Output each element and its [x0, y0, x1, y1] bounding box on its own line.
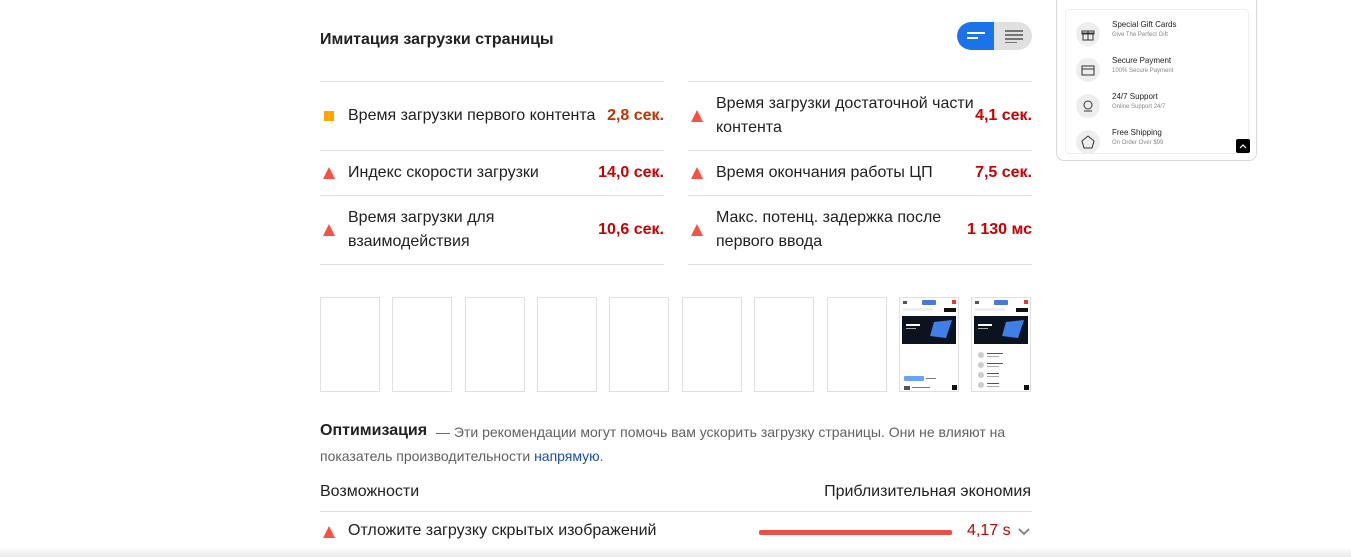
- metric-label: Индекс скорости загрузки: [348, 164, 539, 181]
- final-screenshot-card[interactable]: Special Gift Cards Give The Perfect Gift…: [1056, 0, 1257, 161]
- directly-link[interactable]: напрямую: [534, 448, 600, 464]
- feature-title: Special Gift Cards: [1112, 20, 1177, 29]
- metrics-column-right: Время загрузки достаточной части контент…: [688, 81, 1032, 265]
- metric-value: 2,8 сек.: [607, 107, 664, 124]
- bottom-divider: [0, 549, 1351, 557]
- compact-list-icon: [966, 32, 985, 39]
- filmstrip-frame-blank: [682, 297, 742, 392]
- metrics-column-left: Время загрузки первого контента 2,8 сек.…: [320, 81, 664, 265]
- metric-label: Макс. потенц. задержка после первого вво…: [716, 209, 942, 250]
- filmstrip-frame-blank: [609, 297, 669, 392]
- feature-item: Special Gift Cards Give The Perfect Gift: [1076, 20, 1246, 50]
- scroll-to-top-button: [1236, 139, 1250, 153]
- chevron-up-icon: [1239, 144, 1247, 149]
- metric-value: 4,1 сек.: [975, 107, 1032, 124]
- compact-view-button[interactable]: [957, 22, 994, 50]
- fail-triangle-icon: [691, 110, 703, 122]
- savings-bar: [759, 530, 952, 535]
- fail-triangle-icon: [323, 167, 335, 179]
- metric-label: Время загрузки для взаимодействия: [348, 209, 495, 250]
- feature-title: 24/7 Support: [1112, 92, 1158, 101]
- view-toggle[interactable]: [957, 22, 1032, 50]
- screenshot-content: Special Gift Cards Give The Perfect Gift…: [1065, 9, 1250, 154]
- feature-item: 24/7 Support Online Support 24/7: [1076, 92, 1246, 122]
- fail-triangle-icon: [691, 167, 703, 179]
- metric-label: Время загрузки первого контента: [348, 107, 596, 124]
- chevron-down-icon[interactable]: [1018, 528, 1030, 536]
- metric-row: Время окончания работы ЦП 7,5 сек.: [688, 150, 1032, 195]
- feature-subtitle: Give The Perfect Gift: [1112, 32, 1168, 38]
- shipping-icon: [1076, 130, 1100, 154]
- expanded-view-button[interactable]: [995, 22, 1032, 50]
- metric-row: Время загрузки достаточной части контент…: [688, 81, 1032, 150]
- feature-title: Free Shipping: [1112, 128, 1162, 137]
- opportunities-header: Возможности: [320, 483, 420, 500]
- metric-row: Индекс скорости загрузки 14,0 сек.: [320, 150, 664, 195]
- filmstrip-frame-page: [971, 297, 1031, 392]
- metric-row: Время загрузки первого контента 2,8 сек.: [320, 81, 664, 150]
- page-thumbnail: [974, 300, 1029, 390]
- metric-label: Время загрузки достаточной части контент…: [716, 95, 974, 136]
- feature-subtitle: 100% Secure Payment: [1112, 68, 1174, 74]
- metric-row: Время загрузки для взаимодействия 10,6 с…: [320, 195, 664, 265]
- metric-value: 14,0 сек.: [598, 164, 664, 181]
- feature-subtitle: Online Support 24/7: [1112, 104, 1166, 110]
- filmstrip-frame-blank: [754, 297, 814, 392]
- metric-label: Время окончания работы ЦП: [716, 164, 933, 181]
- filmstrip-frame-blank: [392, 297, 452, 392]
- feature-item: Free Shipping On Order Over $99: [1076, 128, 1246, 158]
- feature-item: Secure Payment 100% Secure Payment: [1076, 56, 1246, 86]
- metric-value: 10,6 сек.: [598, 221, 664, 238]
- filmstrip-frame-blank: [465, 297, 525, 392]
- filmstrip: [320, 297, 1032, 392]
- feature-subtitle: On Order Over $99: [1112, 140, 1164, 146]
- gift-icon: [1076, 22, 1100, 46]
- opportunity-label: Отложите загрузку скрытых изображений: [348, 522, 657, 539]
- expanded-list-icon: [1004, 30, 1023, 43]
- metric-value: 7,5 сек.: [975, 164, 1032, 181]
- savings-header: Приблизительная экономия: [824, 483, 1031, 500]
- metric-row: Макс. потенц. задержка после первого вво…: [688, 195, 1032, 265]
- payment-icon: [1076, 58, 1100, 82]
- opportunity-value: 4,17 s: [967, 522, 1011, 539]
- filmstrip-frame-blank: [537, 297, 597, 392]
- metric-value: 1 130 мс: [966, 221, 1032, 238]
- filmstrip-frame-page: [899, 297, 959, 392]
- optimization-title: Оптимизация: [320, 422, 428, 439]
- page-thumbnail: [902, 300, 957, 390]
- filmstrip-frame-blank: [827, 297, 887, 392]
- support-icon: [1076, 94, 1100, 118]
- fail-triangle-icon: [323, 526, 335, 538]
- fail-triangle-icon: [691, 224, 703, 236]
- optimization-description-suffix: .: [599, 448, 604, 464]
- feature-title: Secure Payment: [1112, 56, 1172, 65]
- simulation-title: Имитация загрузки страницы: [320, 31, 554, 48]
- filmstrip-frame-blank: [320, 297, 380, 392]
- average-square-icon: [324, 111, 334, 121]
- fail-triangle-icon: [323, 224, 335, 236]
- opportunity-row[interactable]: Отложите загрузку скрытых изображений 4,…: [320, 511, 1032, 552]
